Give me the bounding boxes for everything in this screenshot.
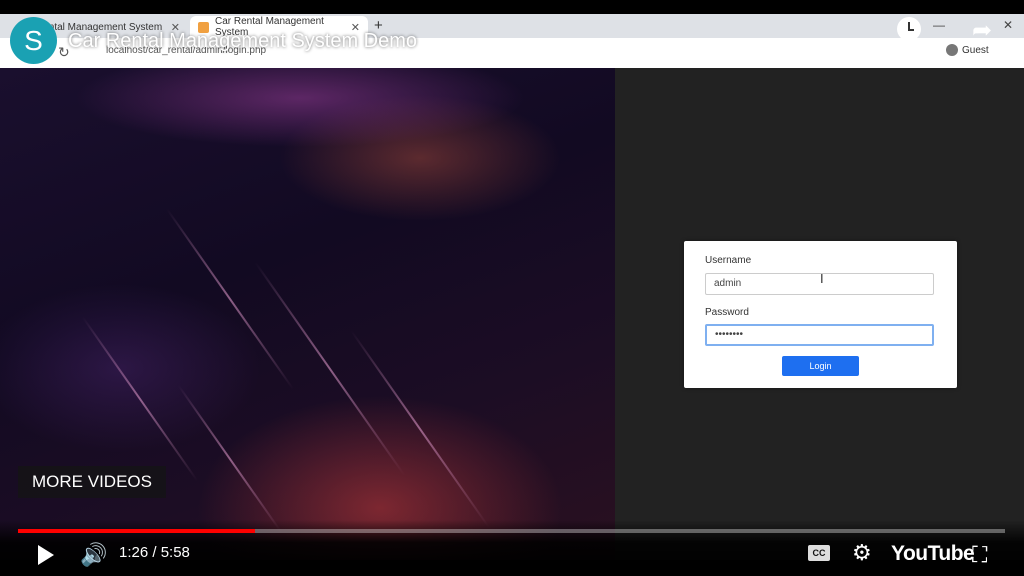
art-streak xyxy=(81,316,199,482)
channel-avatar[interactable]: S xyxy=(10,17,57,64)
exit-fullscreen-icon[interactable]: ⛶ xyxy=(972,542,987,568)
window-close-icon: ✕ xyxy=(1003,18,1014,32)
play-icon[interactable] xyxy=(38,545,54,565)
watch-later-label[interactable]: Watch later xyxy=(868,51,938,67)
login-card: Username admin I Password •••••••• Login xyxy=(684,241,957,388)
more-videos-button[interactable]: MORE VIDEOS xyxy=(18,466,166,498)
progress-bar[interactable] xyxy=(18,529,1005,533)
youtube-logo[interactable]: YouTube xyxy=(891,542,975,566)
video-frame: Rental Management System ✕ Car Rental Ma… xyxy=(0,0,1024,576)
username-label: Username xyxy=(705,255,752,266)
settings-gear-icon[interactable]: ⚙ xyxy=(852,540,872,566)
top-letterbox xyxy=(0,0,1024,14)
text-cursor-icon: I xyxy=(820,271,824,286)
progress-played xyxy=(18,529,255,533)
minimize-icon: — xyxy=(933,18,945,32)
art-streak xyxy=(166,208,294,390)
volume-icon[interactable]: 🔊 xyxy=(80,542,107,568)
share-icon[interactable]: ➦ xyxy=(972,16,992,45)
watch-later-icon[interactable] xyxy=(897,17,921,41)
captions-icon[interactable]: CC xyxy=(808,545,830,561)
password-field[interactable]: •••••••• xyxy=(705,324,934,346)
time-display: 1:26 / 5:58 xyxy=(119,544,190,561)
profile-icon xyxy=(946,44,958,56)
password-label: Password xyxy=(705,307,749,318)
art-streak xyxy=(177,384,283,534)
login-button[interactable]: Login xyxy=(782,356,859,376)
share-label[interactable]: Share xyxy=(965,51,1002,67)
video-title[interactable]: Car Rental Management System Demo xyxy=(68,30,417,53)
